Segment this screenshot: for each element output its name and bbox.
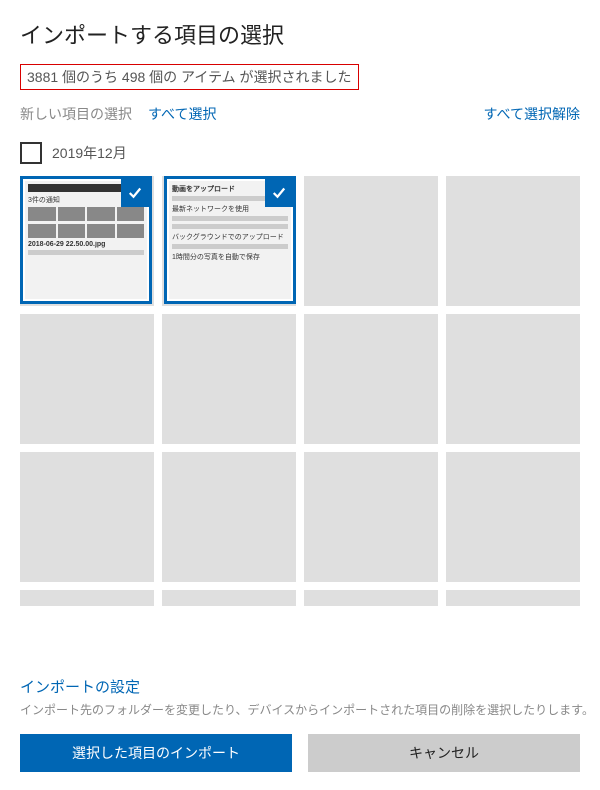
thumbnail-item[interactable]: 3件の通知 2018-06-29 22.50.00.jpg [20, 176, 152, 304]
thumbnail-item[interactable]: 動画をアップロード 最新ネットワークを使用 バックグラウンドでのアップロード 1… [164, 176, 296, 304]
cancel-button[interactable]: キャンセル [308, 734, 580, 772]
group-header: 2019年12月 [20, 142, 580, 164]
group-date-label: 2019年12月 [52, 143, 127, 163]
checkmark-icon [265, 179, 293, 207]
import-settings-link[interactable]: インポートの設定 [20, 676, 140, 697]
deselect-all-link[interactable]: すべて選択解除 [484, 104, 580, 124]
checkmark-icon [121, 179, 149, 207]
dialog-footer: インポートの設定 インポート先のフォルダーを変更したり、デバイスからインポートさ… [20, 676, 580, 772]
button-row: 選択した項目のインポート キャンセル [20, 734, 580, 772]
thumbnail-grid-area: 3件の通知 2018-06-29 22.50.00.jpg 動画をアップロード … [20, 176, 580, 606]
dialog-title: インポートする項目の選択 [20, 18, 580, 50]
selection-controls-row: 新しい項目の選択 すべて選択 すべて選択解除 [20, 104, 580, 124]
import-settings-description: インポート先のフォルダーを変更したり、デバイスからインポートされた項目の削除を選… [20, 701, 580, 718]
import-button[interactable]: 選択した項目のインポート [20, 734, 292, 772]
group-checkbox[interactable] [20, 142, 42, 164]
new-selection-label: 新しい項目の選択 [20, 104, 132, 124]
selection-count-label: 3881 個のうち 498 個の アイテム が選択されました [20, 64, 359, 90]
select-all-link[interactable]: すべて選択 [148, 104, 216, 124]
